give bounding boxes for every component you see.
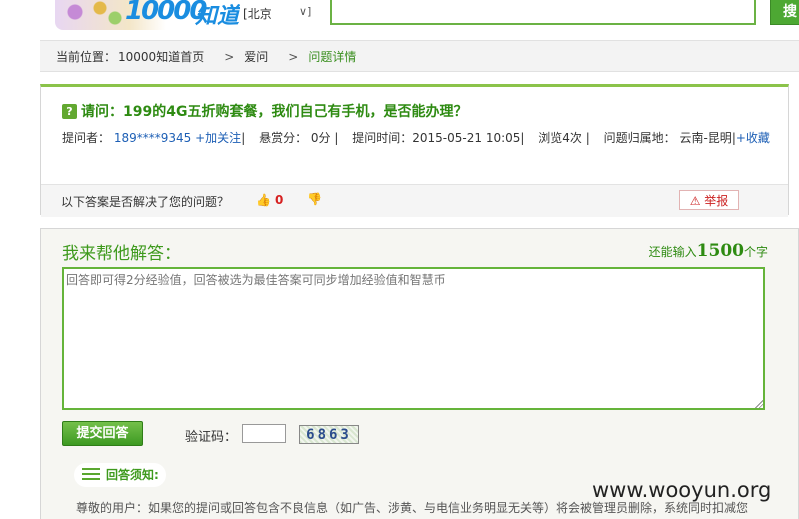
breadcrumb-home[interactable]: 10000知道首页 [118,50,204,64]
resize-grip-icon[interactable] [755,400,763,408]
answer-textarea[interactable] [62,267,765,410]
city-select[interactable]: [北京 ∨] [243,5,315,23]
notice-title: 回答须知: [106,468,159,482]
region-value: 云南-昆明 [679,131,732,145]
question-panel: ? 请问：199的4G五折购套餐，我们自己有手机，是否能办理？ 提问者： 189*… [40,84,789,217]
time-value: 2015-05-21 10:05 [412,131,521,145]
city-value: 北京 [247,7,272,21]
logo-flowers-icon [55,0,125,30]
captcha-label: 验证码： [185,430,238,445]
asker-link[interactable]: 189****9345 [114,131,191,145]
thumbs-up-icon: 👍 [256,193,271,207]
breadcrumb-ask[interactable]: 爱问 [244,50,268,64]
breadcrumb-sep: > [224,50,235,64]
views-count: 浏览4次 [538,131,582,145]
thumbs-up-button[interactable]: 👍 0 [256,193,283,207]
time-label: 提问时间： [352,131,413,145]
remain-count: 1500 [696,241,744,261]
report-label: 举报 [704,194,729,208]
search-button[interactable]: 搜 [770,0,799,25]
logo-number: 10000 [125,0,207,26]
watermark: www.wooyun.org [592,478,772,502]
submit-answer-button[interactable]: 提交回答 [62,421,143,446]
captcha-input[interactable] [242,424,286,443]
warning-icon: ⚠ [689,194,701,208]
thumbs-down-icon: 👎 [307,192,322,206]
remain-suffix: 个字 [743,245,768,259]
region-label: 问题归属地： [603,131,676,145]
asker-label: 提问者： [62,131,111,145]
remain-prefix: 还能输入 [648,245,697,259]
notice-list-icon [82,468,100,480]
logo-text: 知道 [195,4,240,29]
answer-panel: 我来帮他解答： 还能输入1500个字 提交回答 验证码： 6863 回答须知: … [40,228,799,519]
breadcrumb: 当前位置： 10000知道首页 > 爱问 > 问题详情 [40,40,799,72]
thumbs-down-button[interactable]: 👎 [307,192,322,206]
chevron-down-icon: ∨] [299,5,312,18]
reward-label: 悬赏分： [259,131,308,145]
question-title-text: 请问：199的4G五折购套餐，我们自己有手机，是否能办理？ [81,104,468,120]
answer-heading: 我来帮他解答： [62,244,181,264]
top-bar: 10000 知道 [北京 ∨] 搜 [0,0,799,36]
notice-tab: 回答须知: [74,463,166,487]
report-button[interactable]: ⚠ 举报 [679,190,739,210]
question-title: ? 请问：199的4G五折购套餐，我们自己有手机，是否能办理？ [62,101,467,121]
breadcrumb-prefix: 当前位置： [56,50,117,64]
question-footer: 以下答案是否解决了您的问题？ 👍 0 👎 ⚠ 举报 [41,184,788,217]
question-meta: 提问者： 189****9345 +加关注| 悬赏分： 0分 | 提问时间：20… [62,131,770,145]
breadcrumb-sep: > [288,50,299,64]
follow-link[interactable]: +加关注 [195,131,241,145]
reward-value: 0分 [310,131,331,145]
search-input[interactable] [330,0,756,25]
captcha-image[interactable]: 6863 [299,425,359,444]
question-mark-icon: ? [62,104,77,119]
site-logo[interactable]: 10000 知道 [55,0,240,30]
favorite-link[interactable]: +收藏 [736,131,770,145]
resolved-prompt: 以下答案是否解决了您的问题？ [61,195,230,209]
thumbs-up-count: 0 [274,193,284,207]
char-remaining: 还能输入1500个字 [649,241,768,261]
breadcrumb-current: 问题详情 [308,50,357,64]
